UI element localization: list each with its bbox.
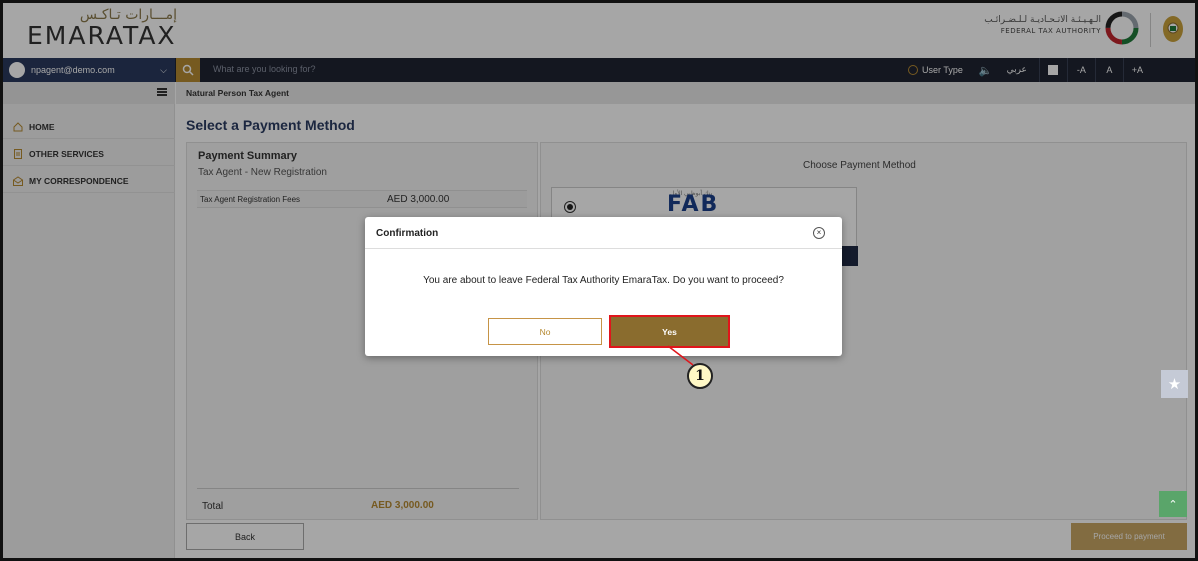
confirmation-dialog: Confirmation × You are about to leave Fe… (365, 217, 842, 356)
scroll-to-top-button[interactable]: ⌃ (1159, 491, 1187, 517)
dialog-title: Confirmation (376, 228, 439, 239)
dialog-message: You are about to leave Federal Tax Autho… (423, 275, 784, 286)
no-button[interactable]: No (488, 318, 602, 345)
dialog-header: Confirmation × (365, 217, 842, 249)
close-icon[interactable]: × (813, 227, 825, 239)
step-badge: 1 (687, 363, 713, 389)
yes-button[interactable]: Yes (609, 315, 730, 348)
favorite-star-icon[interactable]: ★ (1161, 370, 1188, 398)
screenshot-frame: إمـــارات تـاكـس EMARATAX الـهـيـئـة الا… (0, 0, 1198, 561)
